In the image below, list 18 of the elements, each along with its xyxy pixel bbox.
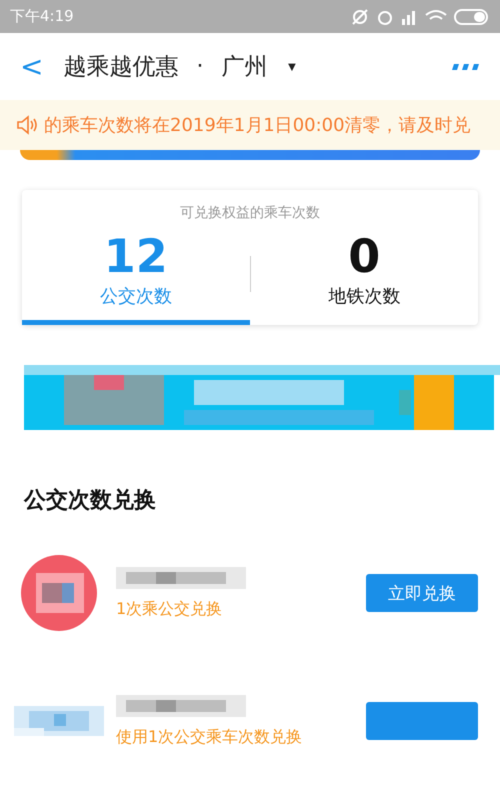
counts-title: 可兑换权益的乘车次数 [179,204,321,222]
battery-icon [454,8,488,24]
wifi-icon [425,10,447,20]
title-separator: · [196,54,204,79]
signal-icon [402,10,415,24]
notice-text: 的乘车次数将在2019年1月1日00:00清零，请及时兑 [44,114,471,137]
offer-subtitle: 1次乘公交兑换 [116,598,224,620]
offer-subtitle: 使用1次公交乘车次数兑换 [116,726,304,748]
section-title: 公交次数兑换 [24,486,157,515]
more-icon[interactable] [450,62,480,70]
bell-off-icon [352,8,368,24]
status-time: 下午4:19 [10,7,74,26]
speaker-icon [16,115,38,135]
count-tab[interactable]: 0 地铁次数 [250,222,478,325]
city-name[interactable]: 广州 [221,51,268,82]
page-title: 越乘越优惠 [63,53,178,82]
alarm-icon [378,10,392,24]
city-dropdown[interactable]: ▼ [285,59,298,74]
